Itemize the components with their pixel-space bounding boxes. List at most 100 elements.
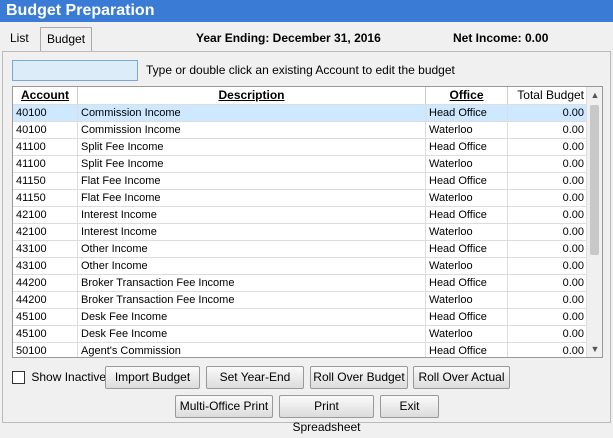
table-row[interactable]: 44200 Broker Transaction Fee Income Waterl… <box>13 291 588 309</box>
column-header-account[interactable]: Account <box>13 87 78 104</box>
vertical-scrollbar[interactable]: ▲ ▼ <box>586 87 602 357</box>
table-row[interactable]: 45100 Desk Fee Income Waterloo 0.00 <box>13 325 588 343</box>
print-spreadsheet-button[interactable]: Print Spreadsheet <box>279 395 374 434</box>
show-inactive-label: Show Inactive <box>31 370 107 384</box>
cell-description: Broker Transaction Fee Income <box>78 292 426 309</box>
column-header-office[interactable]: Office <box>426 87 508 104</box>
cell-description: Other Income <box>78 241 426 258</box>
set-year-end-button[interactable]: Set Year-End <box>206 366 304 389</box>
cell-office: Head Office <box>426 173 508 190</box>
roll-over-actual-button[interactable]: Roll Over Actual <box>413 366 510 389</box>
cell-office: Head Office <box>426 275 508 292</box>
cell-description: Desk Fee Income <box>78 326 426 343</box>
net-income-label: Net Income: 0.00 <box>453 31 549 45</box>
show-inactive-checkbox[interactable] <box>12 371 25 385</box>
cell-office: Head Office <box>426 343 508 357</box>
cell-account: 50100 <box>13 343 78 357</box>
cell-description: Other Income <box>78 258 426 275</box>
exit-button[interactable]: Exit <box>380 395 439 418</box>
cell-description: Interest Income <box>78 224 426 241</box>
table-row[interactable]: 45100 Desk Fee Income Head Office 0.00 <box>13 308 588 326</box>
search-hint: Type or double click an existing Account… <box>146 63 455 77</box>
cell-description: Split Fee Income <box>78 156 426 173</box>
tab-list[interactable]: List <box>4 27 40 52</box>
cell-total-budget: 0.00 <box>562 175 584 187</box>
cell-account: 45100 <box>13 326 78 343</box>
grid-header: Account Description Office Total Budget <box>13 87 588 104</box>
cell-office: Waterloo <box>426 292 508 309</box>
cell-account: 45100 <box>13 309 78 326</box>
cell-account: 43100 <box>13 258 78 275</box>
scroll-down-icon[interactable]: ▼ <box>587 341 602 357</box>
table-row[interactable]: 43100 Other Income Waterloo 0.00 <box>13 257 588 275</box>
cell-total-budget: 0.00 <box>562 209 584 221</box>
cell-account: 44200 <box>13 292 78 309</box>
cell-total-budget: 0.00 <box>562 226 584 238</box>
window-title: Budget Preparation <box>0 0 613 22</box>
cell-office: Waterloo <box>426 326 508 343</box>
cell-total-budget: 0.00 <box>562 192 584 204</box>
cell-total-budget: 0.00 <box>562 107 584 119</box>
cell-description: Commission Income <box>78 105 426 122</box>
cell-office: Waterloo <box>426 156 508 173</box>
table-row[interactable]: 41100 Split Fee Income Head Office 0.00 <box>13 138 588 156</box>
cell-description: Interest Income <box>78 207 426 224</box>
cell-account: 40100 <box>13 122 78 139</box>
show-inactive-toggle[interactable]: Show Inactive <box>12 370 106 386</box>
cell-account: 41150 <box>13 190 78 207</box>
scroll-up-icon[interactable]: ▲ <box>587 87 602 103</box>
cell-account: 41150 <box>13 173 78 190</box>
cell-office: Head Office <box>426 241 508 258</box>
import-budget-button[interactable]: Import Budget <box>105 366 200 389</box>
column-header-description[interactable]: Description <box>78 87 426 104</box>
table-row[interactable]: 42100 Interest Income Head Office 0.00 <box>13 206 588 224</box>
cell-total-budget: 0.00 <box>562 294 584 306</box>
cell-total-budget: 0.00 <box>562 141 584 153</box>
budget-grid: Account Description Office Total Budget … <box>12 86 603 358</box>
table-row[interactable]: 42100 Interest Income Waterloo 0.00 <box>13 223 588 241</box>
cell-office: Head Office <box>426 309 508 326</box>
cell-description: Desk Fee Income <box>78 309 426 326</box>
table-row[interactable]: 41150 Flat Fee Income Waterloo 0.00 <box>13 189 588 207</box>
table-row[interactable]: 50100 Agent's Commission Head Office 0.00 <box>13 342 588 357</box>
cell-total-budget: 0.00 <box>562 260 584 272</box>
cell-total-budget: 0.00 <box>562 311 584 323</box>
cell-description: Split Fee Income <box>78 139 426 156</box>
table-row[interactable]: 44200 Broker Transaction Fee Income Head O… <box>13 274 588 292</box>
cell-office: Waterloo <box>426 190 508 207</box>
year-ending-label: Year Ending: December 31, 2016 <box>196 31 381 45</box>
cell-office: Waterloo <box>426 224 508 241</box>
account-search-input[interactable] <box>12 60 138 81</box>
cell-total-budget: 0.00 <box>562 277 584 289</box>
cell-office: Head Office <box>426 105 508 122</box>
cell-total-budget: 0.00 <box>562 328 584 340</box>
grid-rows: 40100 Commission Income Head Office 0.00 401… <box>13 104 588 357</box>
column-header-total-budget[interactable]: Total Budget <box>508 87 588 104</box>
cell-description: Flat Fee Income <box>78 173 426 190</box>
table-row[interactable]: 40100 Commission Income Waterloo 0.00 <box>13 121 588 139</box>
scroll-thumb[interactable] <box>590 105 599 255</box>
table-row[interactable]: 41100 Split Fee Income Waterloo 0.00 <box>13 155 588 173</box>
cell-office: Head Office <box>426 207 508 224</box>
cell-total-budget: 0.00 <box>562 243 584 255</box>
cell-office: Waterloo <box>426 122 508 139</box>
cell-account: 42100 <box>13 207 78 224</box>
cell-account: 43100 <box>13 241 78 258</box>
cell-account: 44200 <box>13 275 78 292</box>
cell-account: 41100 <box>13 156 78 173</box>
cell-total-budget: 0.00 <box>562 124 584 136</box>
table-row[interactable]: 40100 Commission Income Head Office 0.00 <box>13 104 588 122</box>
table-row[interactable]: 41150 Flat Fee Income Head Office 0.00 <box>13 172 588 190</box>
roll-over-budget-button[interactable]: Roll Over Budget <box>310 366 408 389</box>
table-row[interactable]: 43100 Other Income Head Office 0.00 <box>13 240 588 258</box>
cell-account: 42100 <box>13 224 78 241</box>
cell-description: Agent's Commission <box>78 343 426 357</box>
multi-office-print-button[interactable]: Multi-Office Print <box>175 395 273 418</box>
cell-office: Waterloo <box>426 258 508 275</box>
tab-budget[interactable]: Budget <box>40 27 92 52</box>
cell-total-budget: 0.00 <box>562 345 584 357</box>
cell-total-budget: 0.00 <box>562 158 584 170</box>
cell-description: Flat Fee Income <box>78 190 426 207</box>
cell-description: Commission Income <box>78 122 426 139</box>
cell-description: Broker Transaction Fee Income <box>78 275 426 292</box>
